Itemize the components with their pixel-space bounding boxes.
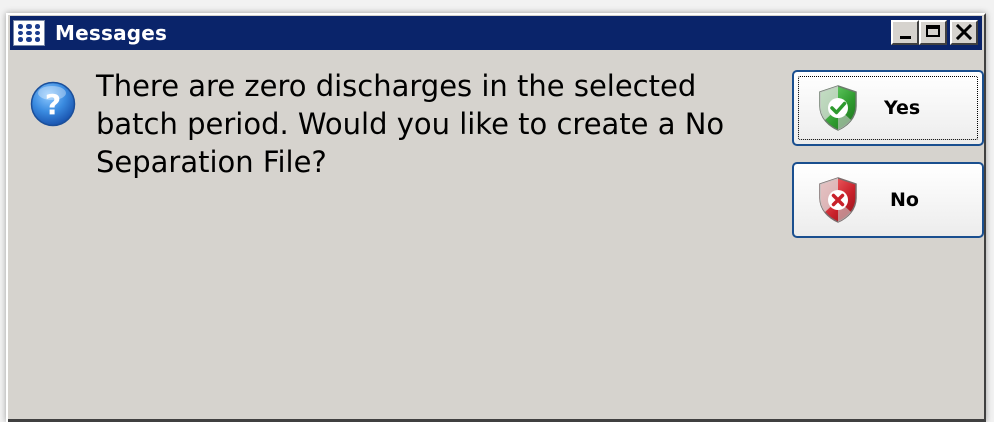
close-button[interactable] (950, 20, 978, 45)
svg-text:?: ? (45, 88, 61, 121)
maximize-icon (926, 25, 940, 37)
maximize-button[interactable] (919, 20, 947, 45)
no-button[interactable]: No (792, 162, 984, 238)
title-bar[interactable]: Messages (10, 16, 982, 50)
question-icon: ? (30, 81, 76, 127)
no-button-label: No (890, 189, 919, 211)
shield-check-icon (819, 85, 857, 131)
yes-button[interactable]: Yes (792, 70, 984, 146)
window-controls (891, 20, 978, 45)
window-title: Messages (55, 21, 168, 45)
shield-x-icon (819, 177, 857, 223)
yes-button-label: Yes (884, 97, 921, 119)
message-dialog: Messages ? There are zero discharges in … (6, 13, 986, 422)
close-icon (955, 23, 973, 41)
minimize-button[interactable] (891, 20, 919, 45)
dialog-message: There are zero discharges in the selecte… (96, 69, 725, 179)
app-grid-icon (13, 20, 45, 46)
minimize-icon (900, 36, 911, 39)
